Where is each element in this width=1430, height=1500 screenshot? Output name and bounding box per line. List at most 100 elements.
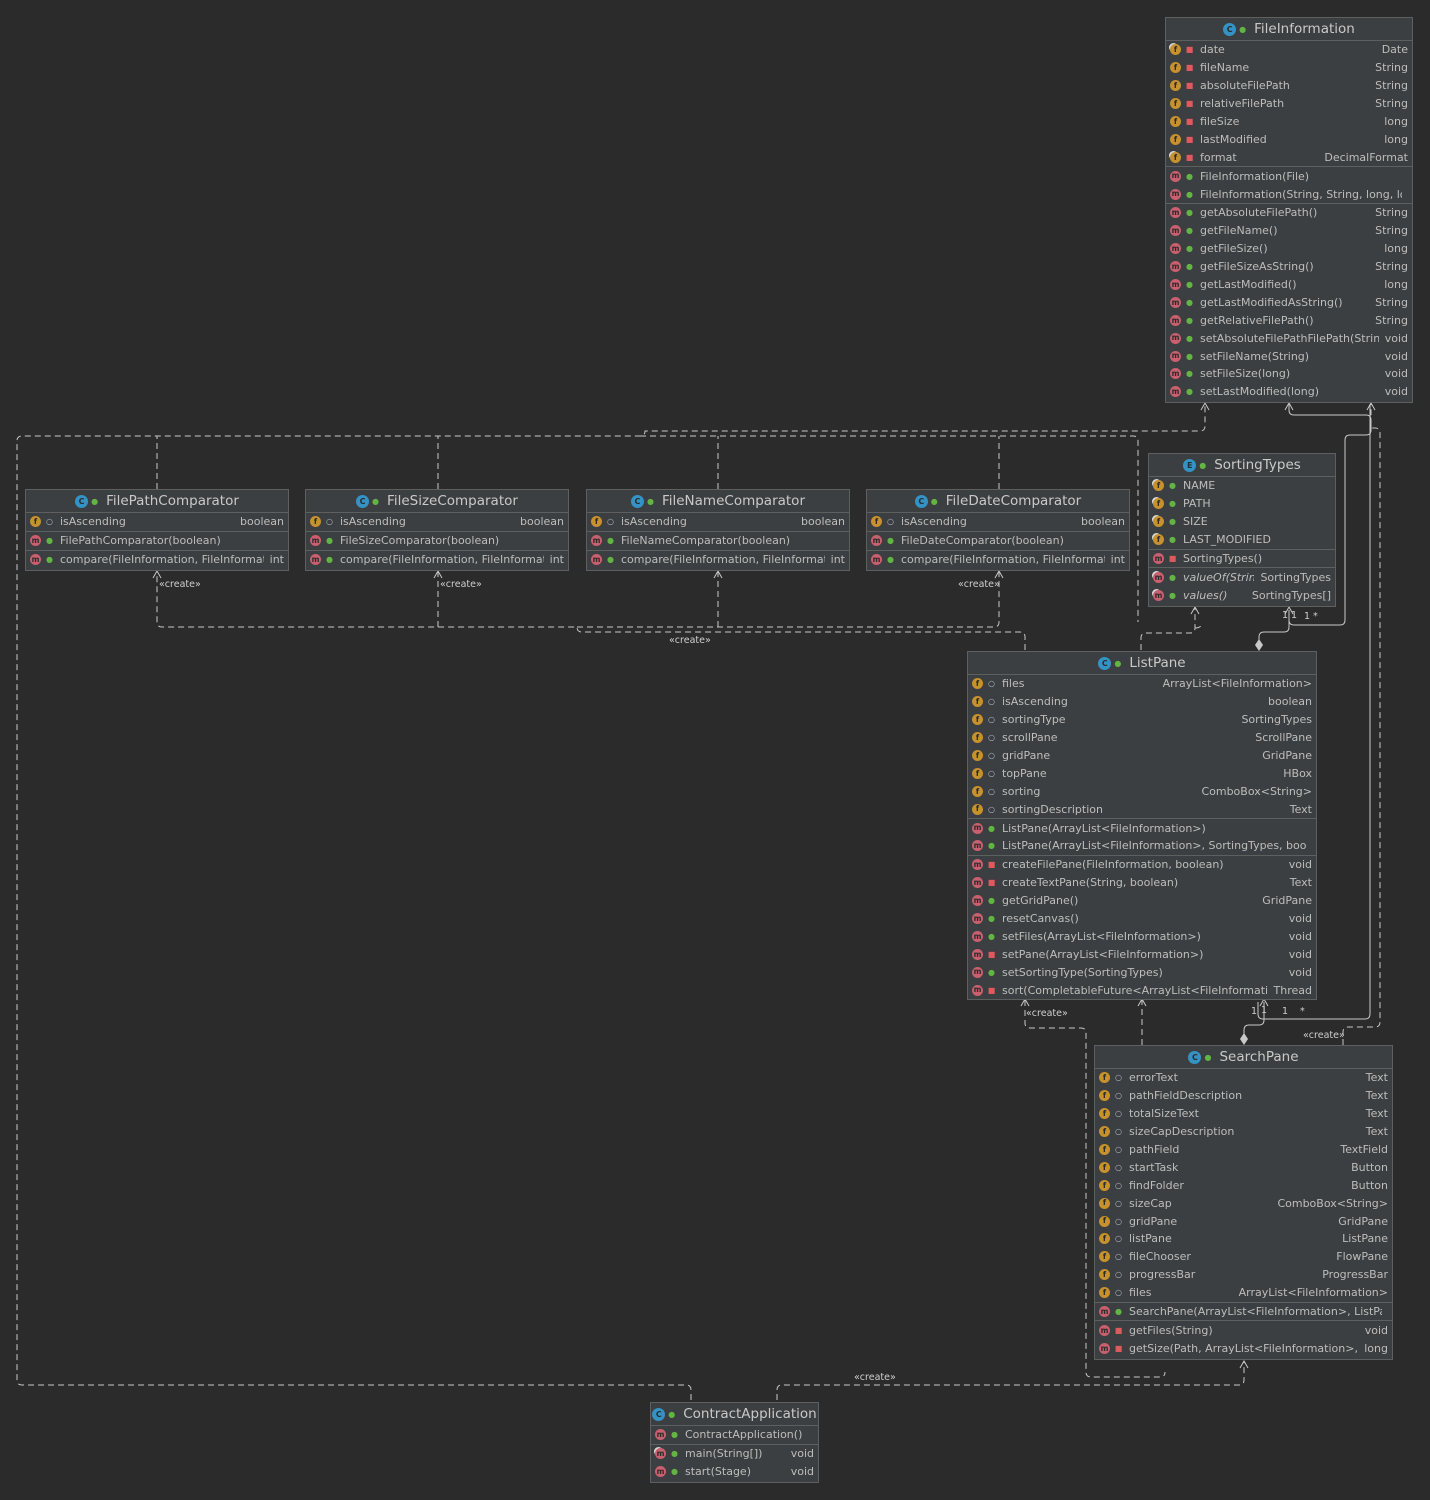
field-row[interactable]: f ○ isAscending boolean (867, 513, 1129, 531)
field-row[interactable]: f ○ startTask Button (1095, 1158, 1392, 1176)
method-row[interactable]: m ● getFileName() String (1166, 222, 1412, 240)
method-row[interactable]: m ● ContractApplication() (651, 1426, 818, 1444)
member-name: isAscending (1002, 695, 1068, 709)
field-row[interactable]: f ○ totalSizeText Text (1095, 1105, 1392, 1123)
method-row[interactable]: m ■ getFiles(String) void (1095, 1321, 1392, 1339)
method-row[interactable]: m ● start(Stage) void (651, 1463, 818, 1481)
field-row[interactable]: f ○ pathField TextField (1095, 1141, 1392, 1159)
method-row[interactable]: m ● getLastModifiedAsString() String (1166, 293, 1412, 311)
field-row[interactable]: f ● NAME (1149, 477, 1335, 495)
private-lock-icon: ■ (1114, 1325, 1123, 1335)
field-row[interactable]: f ○ sizeCap ComboBox<String> (1095, 1194, 1392, 1212)
package-visibility-icon: ○ (1115, 1127, 1122, 1137)
private-lock-icon: ■ (1114, 1343, 1123, 1353)
method-row[interactable]: m ● resetCanvas() void (968, 910, 1316, 928)
field-row[interactable]: f ■ relativeFilePath String (1166, 95, 1412, 113)
public-visibility-icon: ● (1239, 24, 1247, 34)
field-row[interactable]: f ○ errorText Text (1095, 1069, 1392, 1087)
method-row[interactable]: m ● setFileName(String) void (1166, 347, 1412, 365)
method-row[interactable]: m ● values() SortingTypes[] (1149, 586, 1335, 604)
method-row[interactable]: m ● getFileSizeAsString() String (1166, 258, 1412, 276)
member-type: boolean (801, 515, 845, 529)
class-contractapplication[interactable]: C ● ContractApplication m ● ContractApplicati… (650, 1402, 819, 1483)
method-row[interactable]: m ● FileInformation(String, String, long, … (1166, 185, 1412, 203)
method-row[interactable]: m ■ createFilePane(FileInformation, boolea… (968, 856, 1316, 874)
method-row[interactable]: m ● getLastModified() long (1166, 276, 1412, 294)
field-row[interactable]: f ■ lastModified long (1166, 130, 1412, 148)
field-row[interactable]: f ○ isAscending boolean (26, 513, 288, 531)
field-row[interactable]: f ○ files ArrayList<FileInformation> (1095, 1284, 1392, 1302)
field-row[interactable]: f ○ gridPane GridPane (968, 747, 1316, 765)
package-visibility-icon: ○ (1115, 1252, 1122, 1262)
method-row[interactable]: m ● FileInformation(File) (1166, 167, 1412, 185)
member-name: getGridPane() (1002, 894, 1079, 908)
class-filepathcomparator[interactable]: C ● FilePathComparator f ○ isAscending boolean… (25, 489, 289, 571)
class-sortingtypes[interactable]: E ● SortingTypes f ● NAME f ● PATH f ● SIZE f ● LAST_M… (1148, 453, 1336, 607)
public-visibility-icon: ● (607, 536, 614, 546)
method-row[interactable]: m ● compare(FileInformation, FileInformati… (306, 551, 568, 569)
package-visibility-icon: ○ (887, 517, 894, 527)
method-row[interactable]: m ● compare(FileInformation, FileInformati… (867, 551, 1129, 569)
public-visibility-icon: ● (1169, 572, 1176, 582)
class-filenamecomparator[interactable]: C ● FileNameComparator f ○ isAscending boolean… (586, 489, 850, 571)
field-row[interactable]: f ○ sorting ComboBox<String> (968, 782, 1316, 800)
method-row[interactable]: m ● compare(FileInformation, FileInformati… (26, 551, 288, 569)
method-row[interactable]: m ● main(String[]) void (651, 1445, 818, 1463)
field-row[interactable]: f ● SIZE (1149, 513, 1335, 531)
field-row[interactable]: f ○ gridPane GridPane (1095, 1212, 1392, 1230)
member-name: files (1129, 1286, 1152, 1300)
method-row[interactable]: m ■ setPane(ArrayList<FileInformation>) voi… (968, 945, 1316, 963)
field-row[interactable]: f ■ date Date (1166, 41, 1412, 59)
method-row[interactable]: m ● setSortingType(SortingTypes) void (968, 963, 1316, 981)
method-row[interactable]: m ■ SortingTypes() (1149, 550, 1335, 568)
field-row[interactable]: f ○ scrollPane ScrollPane (968, 729, 1316, 747)
class-filesizecomparator[interactable]: C ● FileSizeComparator f ○ isAscending boolean… (305, 489, 569, 571)
class-searchpane[interactable]: C ● SearchPane f ○ errorText Text f ○ pathFieldDe… (1094, 1045, 1393, 1360)
class-listpane[interactable]: C ● ListPane f ○ files ArrayList<FileInformati… (967, 651, 1317, 1000)
method-row[interactable]: m ● getGridPane() GridPane (968, 892, 1316, 910)
method-row[interactable]: m ■ getSize(Path, ArrayList<FileInformatio… (1095, 1339, 1392, 1357)
method-row[interactable]: m ● getRelativeFilePath() String (1166, 311, 1412, 329)
class-filedatecomparator[interactable]: C ● FileDateComparator f ○ isAscending boolean… (866, 489, 1130, 571)
method-row[interactable]: m ● ListPane(ArrayList<FileInformation>) (968, 819, 1316, 837)
field-icon: f (1099, 1233, 1110, 1245)
method-row[interactable]: m ● setAbsoluteFilePathFilePath(String) voi… (1166, 329, 1412, 347)
method-row[interactable]: m ● valueOf(String) SortingTypes (1149, 568, 1335, 586)
field-row[interactable]: f ■ fileSize long (1166, 113, 1412, 131)
field-row[interactable]: f ○ progressBar ProgressBar (1095, 1266, 1392, 1284)
field-row[interactable]: f ○ isAscending boolean (306, 513, 568, 531)
method-row[interactable]: m ● getFileSize() long (1166, 240, 1412, 258)
method-row[interactable]: m ● getAbsoluteFilePath() String (1166, 204, 1412, 222)
method-row[interactable]: m ● setFiles(ArrayList<FileInformation>) vo… (968, 927, 1316, 945)
method-row[interactable]: m ● FileSizeComparator(boolean) (306, 532, 568, 550)
method-row[interactable]: m ● setLastModified(long) void (1166, 383, 1412, 401)
private-lock-icon: ■ (987, 949, 996, 959)
method-row[interactable]: m ● FileDateComparator(boolean) (867, 532, 1129, 550)
method-row[interactable]: m ● setFileSize(long) void (1166, 365, 1412, 383)
method-row[interactable]: m ● FileNameComparator(boolean) (587, 532, 849, 550)
field-row[interactable]: f ● LAST_MODIFIED (1149, 531, 1335, 549)
field-row[interactable]: f ■ format DecimalFormat (1166, 148, 1412, 166)
method-row[interactable]: m ● ListPane(ArrayList<FileInformation>, S… (968, 837, 1316, 855)
field-row[interactable]: f ○ sortingType SortingTypes (968, 711, 1316, 729)
field-row[interactable]: f ○ sizeCapDescription Text (1095, 1123, 1392, 1141)
method-row[interactable]: m ■ sort(CompletableFuture<ArrayList<FileI… (968, 981, 1316, 999)
field-row[interactable]: f ○ listPane ListPane (1095, 1230, 1392, 1248)
method-row[interactable]: m ● FilePathComparator(boolean) (26, 532, 288, 550)
class-fileinformation[interactable]: C ● FileInformation f ■ date Date f ■ fileName Str… (1165, 17, 1413, 403)
field-row[interactable]: f ■ fileName String (1166, 59, 1412, 77)
field-row[interactable]: f ○ sortingDescription Text (968, 800, 1316, 818)
field-row[interactable]: f ○ isAscending boolean (968, 693, 1316, 711)
method-row[interactable]: m ● SearchPane(ArrayList<FileInformation>,… (1095, 1303, 1392, 1321)
field-row[interactable]: f ○ topPane HBox (968, 764, 1316, 782)
field-row[interactable]: f ■ absoluteFilePath String (1166, 77, 1412, 95)
field-row[interactable]: f ○ isAscending boolean (587, 513, 849, 531)
field-row[interactable]: f ○ files ArrayList<FileInformation> (968, 675, 1316, 693)
field-row[interactable]: f ● PATH (1149, 495, 1335, 513)
class-section: f ○ isAscending boolean (867, 513, 1129, 532)
field-row[interactable]: f ○ findFolder Button (1095, 1176, 1392, 1194)
field-row[interactable]: f ○ pathFieldDescription Text (1095, 1087, 1392, 1105)
method-row[interactable]: m ● compare(FileInformation, FileInformati… (587, 551, 849, 569)
field-row[interactable]: f ○ fileChooser FlowPane (1095, 1248, 1392, 1266)
method-row[interactable]: m ■ createTextPane(String, boolean) Text (968, 874, 1316, 892)
